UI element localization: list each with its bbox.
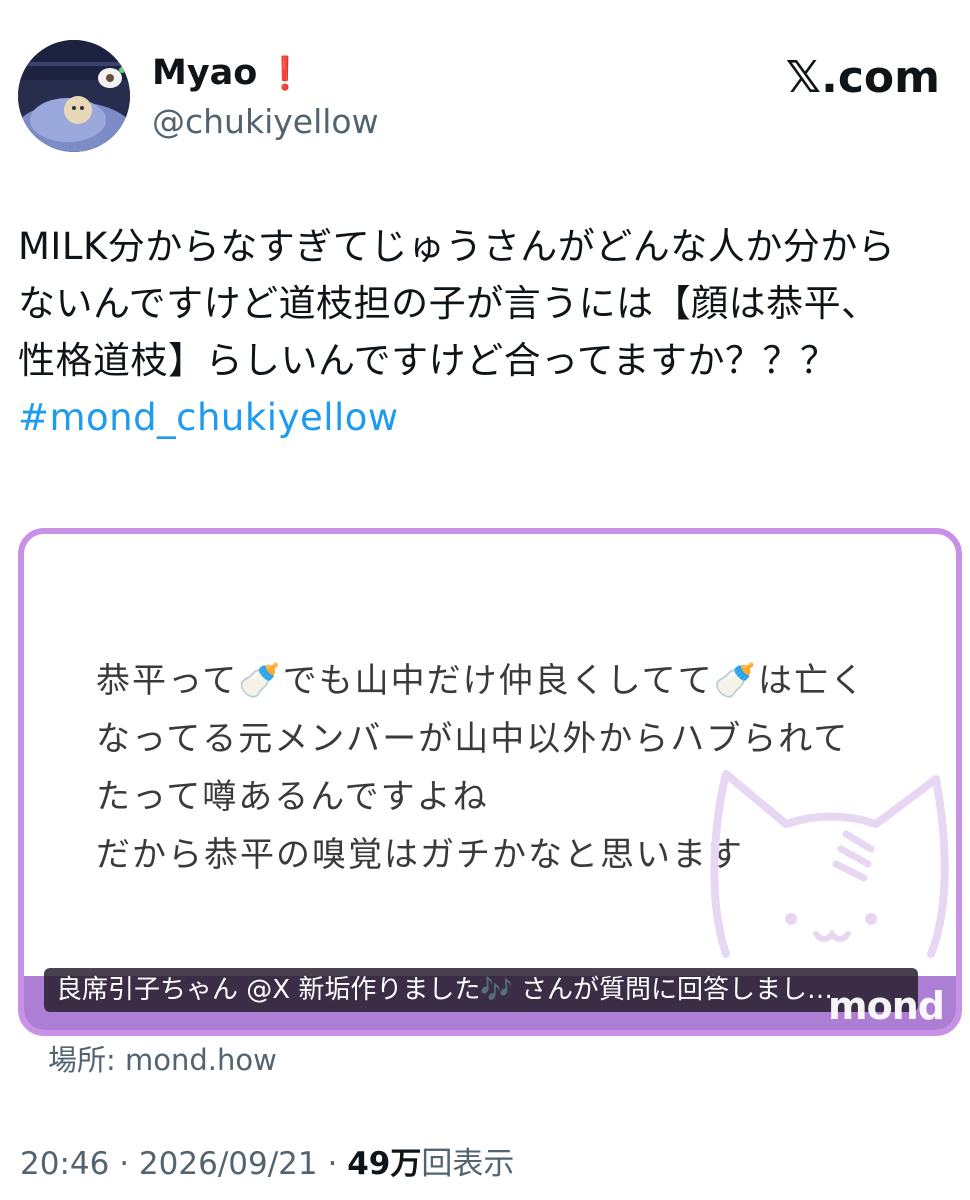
x-com-logo: 𝕏 .com bbox=[786, 54, 940, 102]
x-com-suffix: .com bbox=[821, 52, 940, 103]
card-caption: 良席引子ちゃん @X 新垢作りました🎶 さんが質問に回答しまし… bbox=[44, 968, 918, 1012]
cat-watermark-icon bbox=[710, 770, 949, 958]
tweet-line: 性格道枝】らしいんですけど合ってますか？？？ bbox=[18, 339, 838, 382]
avatar[interactable] bbox=[18, 40, 130, 152]
views-label: 回表示 bbox=[421, 1146, 515, 1182]
location-label: 場所: bbox=[48, 1043, 116, 1077]
hashtag-link[interactable]: #mond_chukiyellow bbox=[18, 389, 963, 446]
link-card[interactable]: 恭平って🍼でも山中だけ仲良くしてて🍼は亡く なってる元メンバーが山中以外からハブ… bbox=[18, 528, 962, 1036]
author-name[interactable]: Myao ❗ bbox=[152, 52, 305, 94]
author-name-text: Myao bbox=[152, 53, 258, 93]
location[interactable]: 場所: mond.how bbox=[48, 1040, 277, 1080]
avatar-image bbox=[18, 40, 130, 152]
views-count: 49万 bbox=[347, 1146, 422, 1182]
tweet-time[interactable]: 20:46 bbox=[20, 1146, 109, 1182]
tweet-date[interactable]: 2026/09/21 bbox=[139, 1146, 318, 1182]
author-handle[interactable]: @chukiyellow bbox=[152, 101, 379, 143]
answer-line: 恭平って🍼でも山中だけ仲良くしてて🍼は亡く bbox=[96, 661, 866, 701]
tweet-line: MILK分からなすぎてじゅうさんがどんな人か分から bbox=[18, 225, 896, 268]
mond-logo: mond bbox=[828, 984, 945, 1028]
tweet-line: ないんですけど道枝担の子が言うには【顔は恭平、 bbox=[18, 282, 879, 325]
exclamation-emoji-icon: ❗ bbox=[265, 54, 306, 92]
meta-separator: · bbox=[119, 1146, 130, 1182]
tweet-text: MILK分からなすぎてじゅうさんがどんな人か分から ないんですけど道枝担の子が言… bbox=[18, 218, 963, 446]
location-value: mond.how bbox=[125, 1043, 277, 1077]
tweet-meta: 20:46 · 2026/09/21 · 49万回表示 bbox=[20, 1142, 514, 1186]
meta-separator: · bbox=[327, 1146, 338, 1182]
x-logo-icon: 𝕏 bbox=[785, 52, 822, 103]
